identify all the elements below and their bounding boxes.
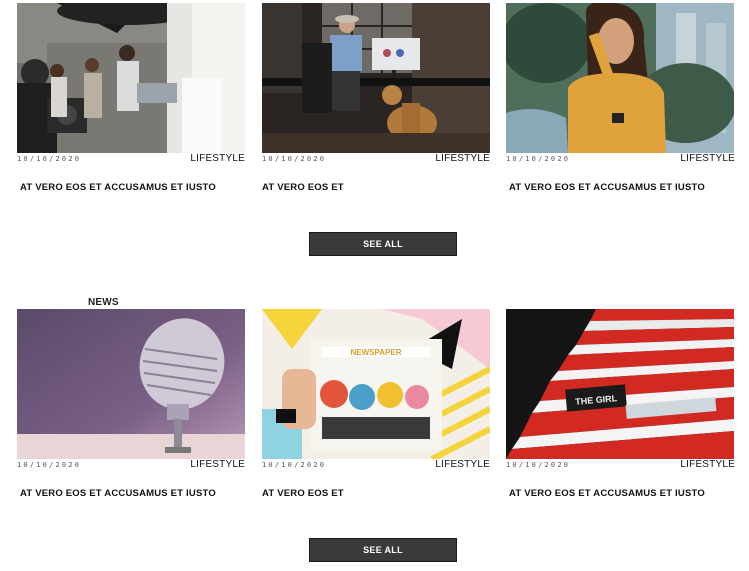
section-heading: NEWS	[88, 297, 119, 308]
article-category-link[interactable]: LIFESTYLE	[190, 153, 245, 164]
article-category-link[interactable]: LIFESTYLE	[680, 153, 735, 164]
magazines-image: THE GIRL	[506, 309, 734, 459]
newspaper-image: NEWSPAPER	[262, 309, 490, 459]
see-all-button[interactable]: SEE ALL	[309, 538, 457, 562]
article-date: 10/10/2020	[506, 461, 571, 469]
article-category-link[interactable]: LIFESTYLE	[680, 459, 735, 470]
article-title-link[interactable]: AT VERO EOS ET ACCUSAMUS ET IUSTO	[20, 182, 216, 193]
article-date: 10/10/2020	[506, 155, 571, 163]
photoshoot-image	[17, 3, 245, 153]
article-thumbnail-newspaper[interactable]: NEWSPAPER	[262, 309, 490, 459]
article-thumbnail-workspace[interactable]	[262, 3, 490, 153]
workspace-dog-image	[262, 3, 490, 153]
article-category-link[interactable]: LIFESTYLE	[190, 459, 245, 470]
article-title-link[interactable]: AT VERO EOS ET	[262, 488, 344, 499]
article-date: 10/10/2020	[262, 461, 327, 469]
article-date: 10/10/2020	[17, 461, 82, 469]
article-category-link[interactable]: LIFESTYLE	[435, 153, 490, 164]
article-thumbnail-magazines[interactable]: THE GIRL	[506, 309, 734, 459]
article-thumbnail-portrait[interactable]	[506, 3, 734, 153]
see-all-button[interactable]: SEE ALL	[309, 232, 457, 256]
article-thumbnail-photoshoot[interactable]	[17, 3, 245, 153]
article-date: 10/10/2020	[17, 155, 82, 163]
article-title-link[interactable]: AT VERO EOS ET ACCUSAMUS ET IUSTO	[509, 182, 705, 193]
article-title-link[interactable]: AT VERO EOS ET ACCUSAMUS ET IUSTO	[509, 488, 705, 499]
article-category-link[interactable]: LIFESTYLE	[435, 459, 490, 470]
article-thumbnail-microphone[interactable]	[17, 309, 245, 459]
microphone-image	[17, 309, 245, 459]
article-title-link[interactable]: AT VERO EOS ET ACCUSAMUS ET IUSTO	[20, 488, 216, 499]
article-title-link[interactable]: AT VERO EOS ET	[262, 182, 344, 193]
yellow-sweater-portrait-image	[506, 3, 734, 153]
article-date: 10/10/2020	[262, 155, 327, 163]
svg-text:NEWSPAPER: NEWSPAPER	[351, 348, 402, 357]
